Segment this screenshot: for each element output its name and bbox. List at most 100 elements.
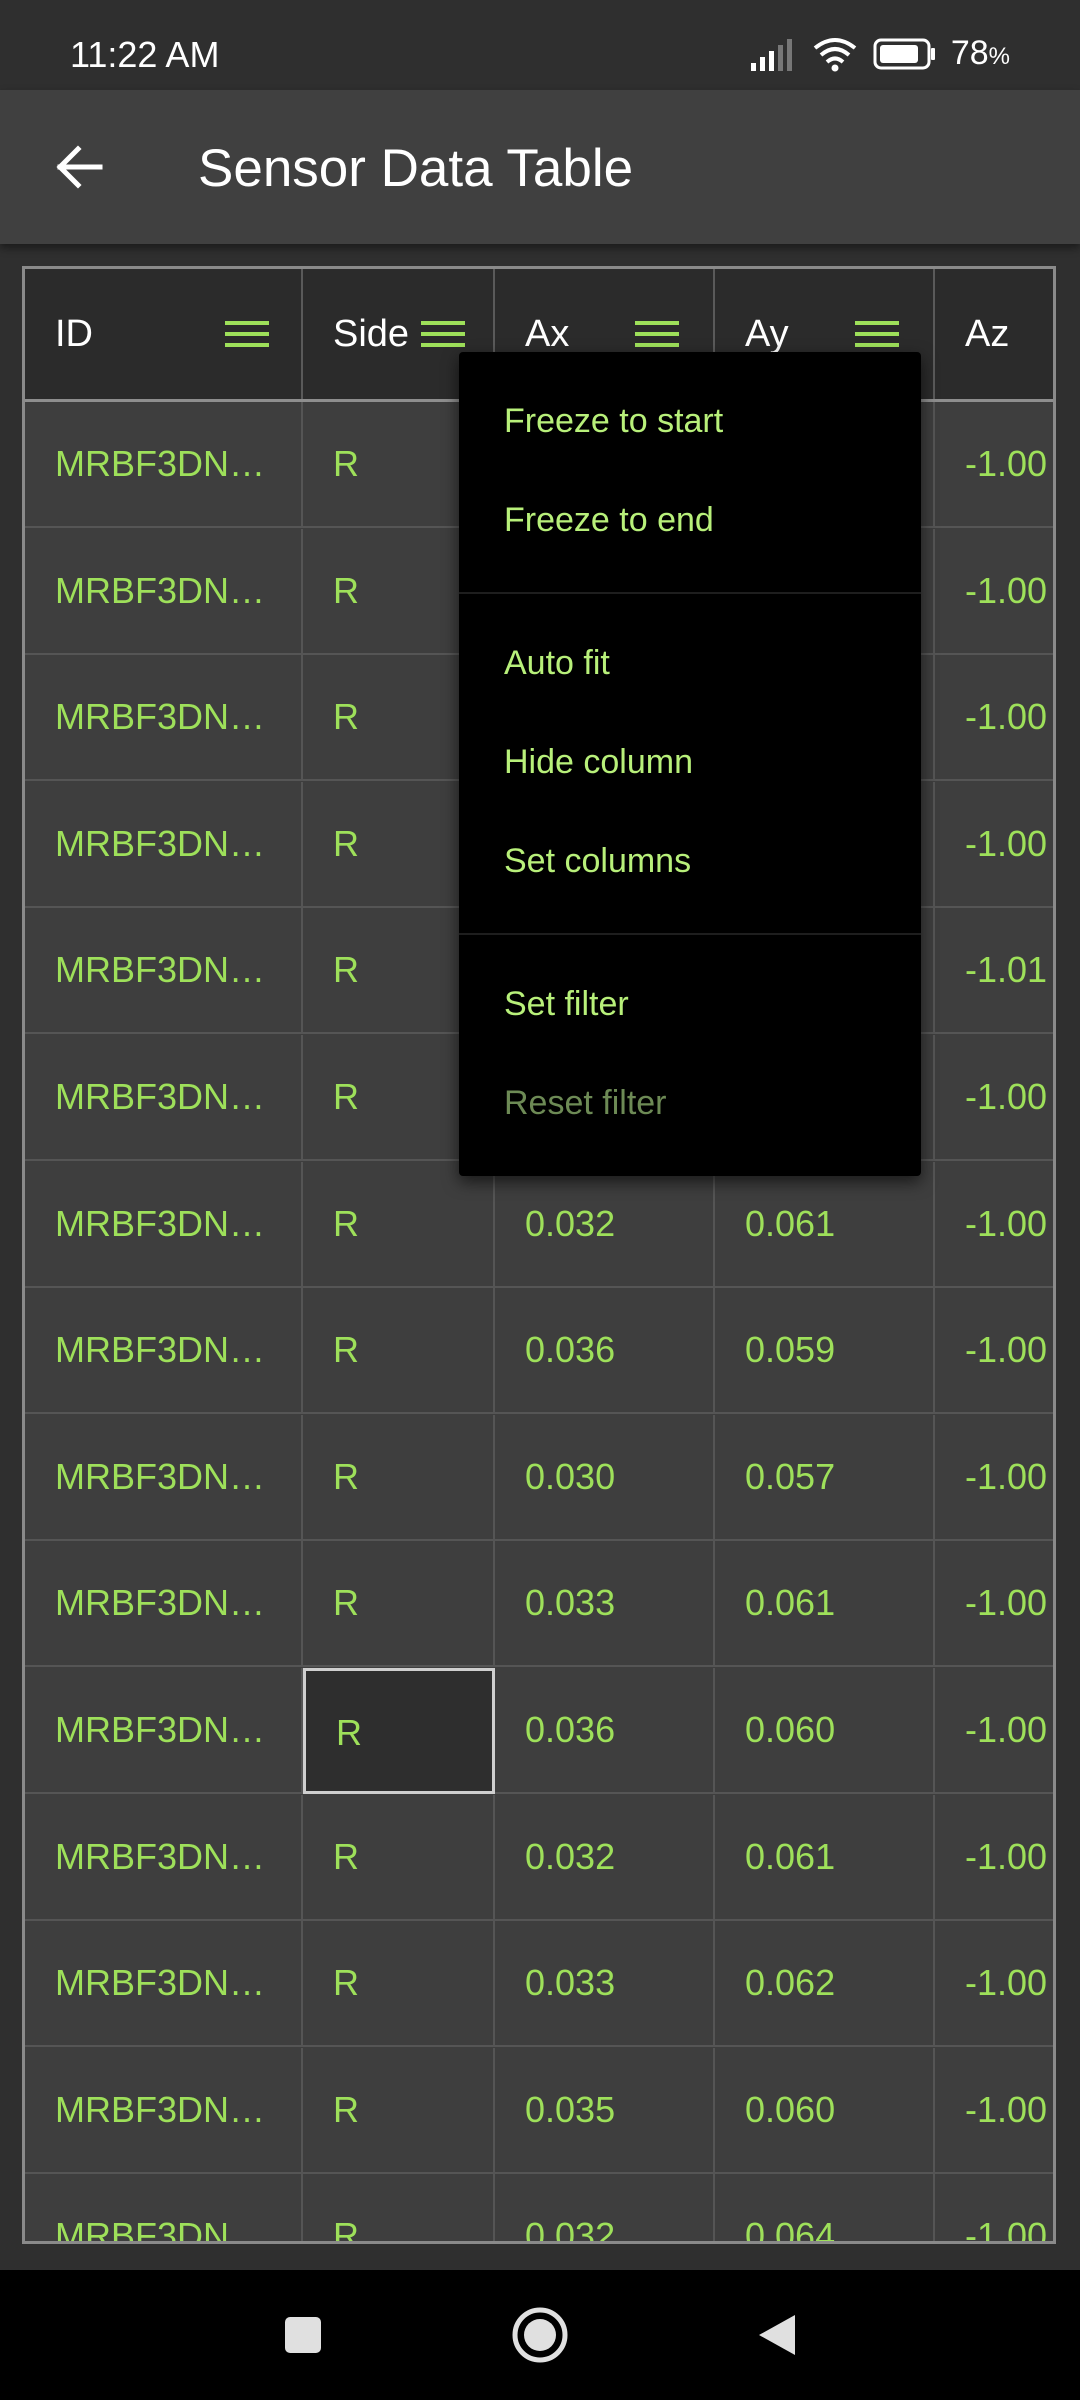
cell-ax[interactable]: 0.035 xyxy=(495,2047,715,2174)
table-row[interactable]: MRBF3DN… R 0.032 0.064 -1.00 xyxy=(25,2174,1053,2241)
cell-az[interactable]: -1.00 xyxy=(935,1415,1053,1541)
cell-id[interactable]: MRBF3DN… xyxy=(25,1921,303,2048)
app-bar: Sensor Data Table xyxy=(0,90,1080,244)
signal-icon xyxy=(749,37,797,71)
cell-ax[interactable]: 0.030 xyxy=(495,1414,715,1541)
cell-ay[interactable]: 0.061 xyxy=(715,1161,935,1288)
cell-ax[interactable]: 0.032 xyxy=(495,1794,715,1921)
cell-id[interactable]: MRBF3DN… xyxy=(25,1794,303,1921)
table-row[interactable]: MRBF3DN… R 0.033 0.061 -1.00 xyxy=(25,1541,1053,1668)
triangle-back-icon xyxy=(759,2315,795,2355)
cell-az[interactable]: -1.00 xyxy=(935,782,1053,908)
cell-az[interactable]: -1.00 xyxy=(935,402,1053,528)
battery-icon xyxy=(873,37,937,71)
column-popup-menu: Freeze to start Freeze to end Auto fit H… xyxy=(459,352,921,1176)
cell-ay[interactable]: 0.057 xyxy=(715,1414,935,1541)
status-bar: 11:22 AM 78% xyxy=(0,0,1080,90)
column-menu-icon[interactable] xyxy=(635,319,679,349)
cell-ay[interactable]: 0.062 xyxy=(715,1921,935,2048)
table-row[interactable]: MRBF3DN… R 0.032 0.061 -1.00 xyxy=(25,1794,1053,1921)
menu-item-set-filter[interactable]: Set filter xyxy=(504,985,629,1024)
cell-id[interactable]: MRBF3DN… xyxy=(25,781,303,908)
menu-item-freeze-to-end[interactable]: Freeze to end xyxy=(504,501,714,540)
table-row[interactable]: MRBF3DN… R 0.030 0.057 -1.00 xyxy=(25,1414,1053,1541)
table-row[interactable]: MRBF3DN… R 0.033 0.062 -1.00 xyxy=(25,1921,1053,2048)
cell-az[interactable]: -1.00 xyxy=(935,2174,1053,2241)
table-row[interactable]: MRBF3DN… R 0.036 0.060 -1.00 xyxy=(25,1668,1053,1794)
status-time: 11:22 AM xyxy=(70,34,220,75)
cell-az[interactable]: -1.01 xyxy=(935,908,1053,1034)
back-arrow-icon xyxy=(56,145,103,189)
cell-az[interactable]: -1.00 xyxy=(935,529,1053,655)
back-nav-button[interactable] xyxy=(742,2300,812,2370)
column-menu-icon[interactable] xyxy=(225,319,269,349)
column-header-az[interactable]: Az xyxy=(935,269,1053,399)
cell-side[interactable]: R xyxy=(303,2047,495,2174)
cell-id[interactable]: MRBF3DN… xyxy=(25,528,303,655)
home-circle-icon xyxy=(512,2307,568,2363)
cell-side[interactable]: R xyxy=(303,1288,495,1415)
home-button[interactable] xyxy=(505,2300,575,2370)
square-icon xyxy=(285,2317,321,2353)
cell-side[interactable]: R xyxy=(303,1414,495,1541)
cell-ay[interactable]: 0.061 xyxy=(715,1794,935,1921)
menu-item-reset-filter: Reset filter xyxy=(504,1084,667,1122)
column-header-label: Ay xyxy=(745,313,789,355)
cell-ax[interactable]: 0.032 xyxy=(495,2174,715,2241)
cell-ax[interactable]: 0.036 xyxy=(495,1288,715,1415)
cell-id[interactable]: MRBF3DN… xyxy=(25,1288,303,1415)
cell-ax[interactable]: 0.032 xyxy=(495,1161,715,1288)
status-icons: 78% xyxy=(749,34,1010,73)
back-button[interactable] xyxy=(40,128,118,206)
cell-az[interactable]: -1.00 xyxy=(935,1035,1053,1161)
menu-item-hide-column[interactable]: Hide column xyxy=(504,743,693,782)
battery-level: 78% xyxy=(950,34,1010,72)
cell-az[interactable]: -1.00 xyxy=(935,1162,1053,1288)
cell-az[interactable]: -1.00 xyxy=(935,1288,1053,1414)
cell-side[interactable]: R xyxy=(303,1161,495,1288)
table-row[interactable]: MRBF3DN… R 0.036 0.059 -1.00 xyxy=(25,1288,1053,1415)
cell-side[interactable]: R xyxy=(303,2174,495,2241)
cell-id[interactable]: MRBF3DN… xyxy=(25,908,303,1035)
menu-item-set-columns[interactable]: Set columns xyxy=(504,842,691,881)
cell-side[interactable]: R xyxy=(303,1921,495,2048)
cell-ax[interactable]: 0.033 xyxy=(495,1921,715,2048)
column-menu-icon[interactable] xyxy=(855,319,899,349)
cell-az[interactable]: -1.00 xyxy=(935,655,1053,781)
cell-ay[interactable]: 0.060 xyxy=(715,2047,935,2174)
recents-button[interactable] xyxy=(268,2300,338,2370)
cell-id[interactable]: MRBF3DN… xyxy=(25,1035,303,1161)
column-menu-icon[interactable] xyxy=(421,319,465,349)
menu-item-freeze-to-start[interactable]: Freeze to start xyxy=(504,402,723,441)
cell-id[interactable]: MRBF3DN… xyxy=(25,1668,303,1794)
table-row[interactable]: MRBF3DN… R 0.035 0.060 -1.00 xyxy=(25,2047,1053,2174)
table-row[interactable]: MRBF3DN… R 0.032 0.061 -1.00 xyxy=(25,1161,1053,1288)
column-header-label: Side xyxy=(333,313,410,355)
cell-id[interactable]: MRBF3DN… xyxy=(25,2047,303,2174)
cell-side[interactable]: R xyxy=(303,1541,495,1668)
column-header-id[interactable]: ID xyxy=(25,269,303,399)
cell-side[interactable]: R xyxy=(303,1668,495,1794)
cell-az[interactable]: -1.00 xyxy=(935,1795,1053,1921)
menu-item-auto-fit[interactable]: Auto fit xyxy=(504,644,610,683)
cell-id[interactable]: MRBF3DN… xyxy=(25,1161,303,1288)
cell-ay[interactable]: 0.060 xyxy=(715,1668,935,1794)
cell-id[interactable]: MRBF3DN… xyxy=(25,2174,303,2241)
cell-side[interactable]: R xyxy=(303,1794,495,1921)
cell-ax[interactable]: 0.033 xyxy=(495,1541,715,1668)
cell-ay[interactable]: 0.064 xyxy=(715,2174,935,2241)
cell-ay[interactable]: 0.061 xyxy=(715,1541,935,1668)
column-header-label: Ax xyxy=(525,313,570,355)
cell-az[interactable]: -1.00 xyxy=(935,1668,1053,1794)
cell-id[interactable]: MRBF3DN… xyxy=(25,655,303,782)
cell-az[interactable]: -1.00 xyxy=(935,1541,1053,1667)
cell-ax[interactable]: 0.036 xyxy=(495,1668,715,1794)
cell-ay[interactable]: 0.059 xyxy=(715,1288,935,1415)
menu-divider xyxy=(459,933,921,935)
cell-az[interactable]: -1.00 xyxy=(935,1921,1053,2047)
cell-id[interactable]: MRBF3DN… xyxy=(25,1541,303,1668)
menu-divider xyxy=(459,592,921,594)
cell-id[interactable]: MRBF3DN… xyxy=(25,402,303,528)
cell-id[interactable]: MRBF3DN… xyxy=(25,1414,303,1541)
cell-az[interactable]: -1.00 xyxy=(935,2048,1053,2174)
